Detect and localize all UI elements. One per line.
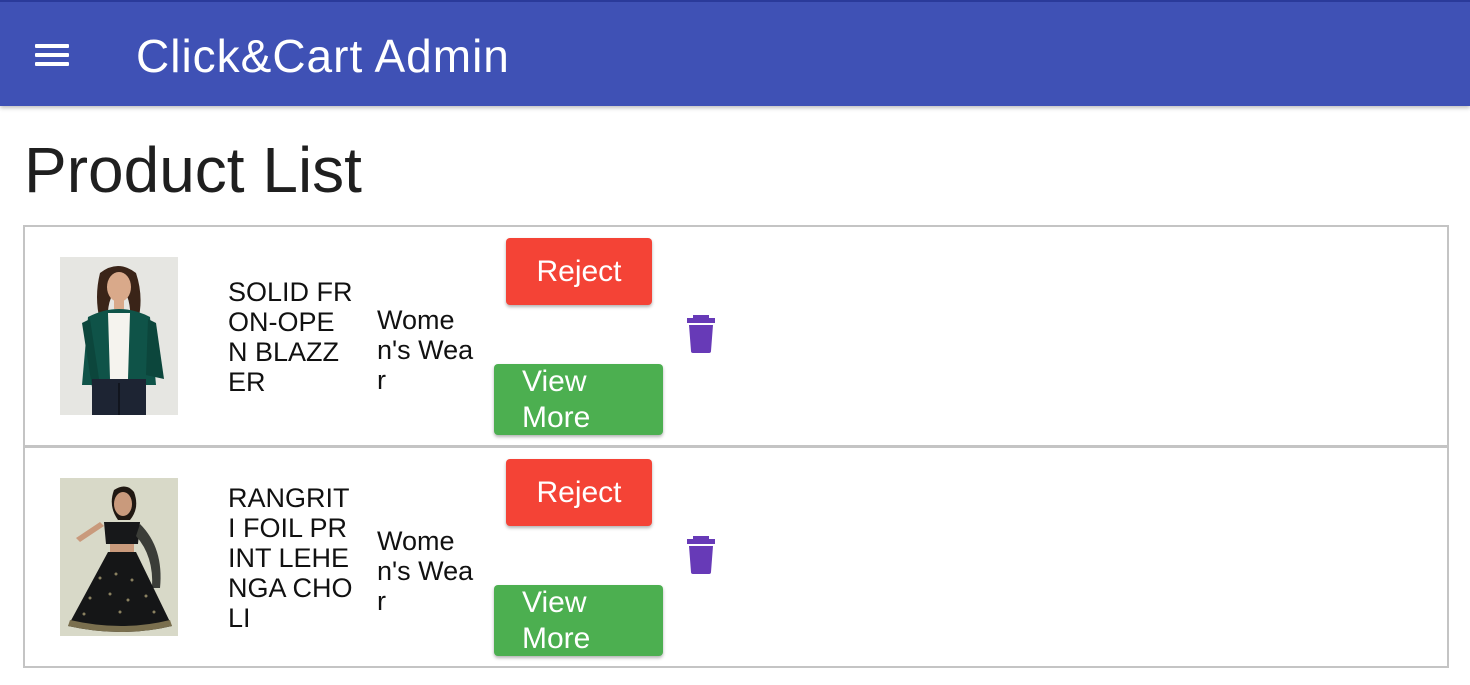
product-category: Women's Wear <box>377 526 474 616</box>
view-more-button[interactable]: View More <box>494 585 663 656</box>
trash-icon[interactable] <box>683 315 719 355</box>
product-image <box>60 257 178 415</box>
view-more-label: View More <box>522 365 591 434</box>
product-name: RANGRITI FOIL PRINT LEHENGA CHOLI <box>228 483 353 633</box>
hamburger-menu-icon[interactable] <box>28 35 76 75</box>
view-more-label: View More <box>522 586 591 655</box>
product-category: Women's Wear <box>377 305 474 395</box>
product-image <box>60 478 178 636</box>
product-row: SOLID FRON-OPEN BLAZZER Women's Wear Rej… <box>23 225 1449 447</box>
reject-button[interactable]: Reject <box>506 238 652 305</box>
page-title: Product List <box>24 134 362 206</box>
app-title: Click&Cart Admin <box>136 30 510 82</box>
trash-icon[interactable] <box>683 536 719 576</box>
product-list: SOLID FRON-OPEN BLAZZER Women's Wear Rej… <box>23 225 1449 685</box>
view-more-button[interactable]: View More <box>494 364 663 435</box>
reject-button[interactable]: Reject <box>506 459 652 526</box>
app-bar: Click&Cart Admin <box>0 0 1470 106</box>
product-row: RANGRITI FOIL PRINT LEHENGA CHOLI Women'… <box>23 446 1449 668</box>
product-name: SOLID FRON-OPEN BLAZZER <box>228 277 353 397</box>
